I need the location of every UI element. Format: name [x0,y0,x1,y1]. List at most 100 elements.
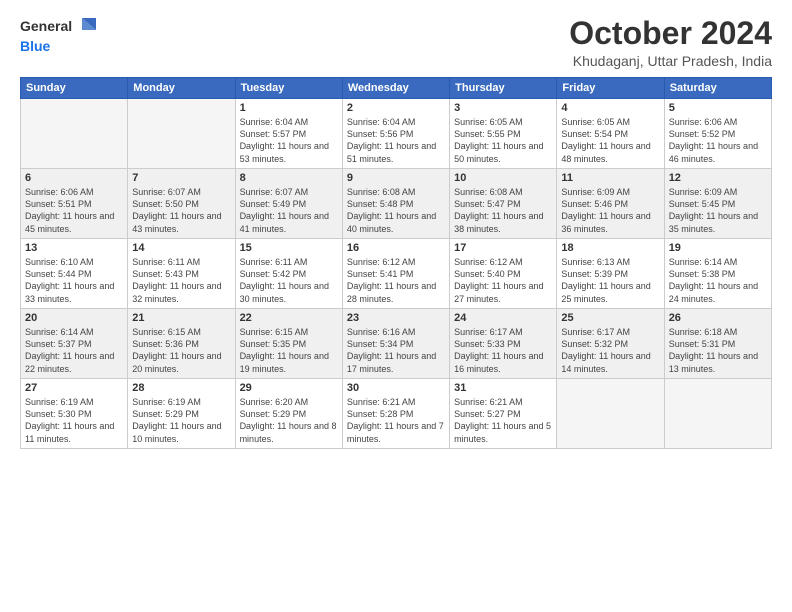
day-number: 5 [669,102,767,114]
col-sunday: Sunday [21,78,128,99]
day-detail: Sunrise: 6:08 AMSunset: 5:47 PMDaylight:… [454,186,552,235]
logo-icon [74,16,96,38]
day-detail: Sunrise: 6:14 AMSunset: 5:38 PMDaylight:… [669,256,767,305]
day-number: 11 [561,172,659,184]
table-row: 28 Sunrise: 6:19 AMSunset: 5:29 PMDayligh… [128,379,235,449]
day-detail: Sunrise: 6:05 AMSunset: 5:55 PMDaylight:… [454,116,552,165]
table-row: 8 Sunrise: 6:07 AMSunset: 5:49 PMDaylight… [235,169,342,239]
table-row: 26 Sunrise: 6:18 AMSunset: 5:31 PMDayligh… [664,309,771,379]
day-number: 1 [240,102,338,114]
day-number: 8 [240,172,338,184]
table-row: 30 Sunrise: 6:21 AMSunset: 5:28 PMDayligh… [342,379,449,449]
logo: General Blue [20,16,96,56]
calendar-header-row: Sunday Monday Tuesday Wednesday Thursday… [21,78,772,99]
day-number: 13 [25,242,123,254]
day-detail: Sunrise: 6:09 AMSunset: 5:45 PMDaylight:… [669,186,767,235]
day-detail: Sunrise: 6:16 AMSunset: 5:34 PMDaylight:… [347,326,445,375]
day-number: 18 [561,242,659,254]
day-number: 24 [454,312,552,324]
logo-blue: Blue [20,38,50,54]
day-detail: Sunrise: 6:21 AMSunset: 5:28 PMDaylight:… [347,396,445,445]
day-detail: Sunrise: 6:11 AMSunset: 5:43 PMDaylight:… [132,256,230,305]
table-row: 13 Sunrise: 6:10 AMSunset: 5:44 PMDayligh… [21,239,128,309]
table-row: 21Sunrise: 6:15 AMSunset: 5:36 PMDayligh… [128,309,235,379]
calendar-week-row: 1 Sunrise: 6:04 AMSunset: 5:57 PMDaylight… [21,99,772,169]
table-row: 15 Sunrise: 6:11 AMSunset: 5:42 PMDayligh… [235,239,342,309]
table-row: 25 Sunrise: 6:17 AMSunset: 5:32 PMDayligh… [557,309,664,379]
day-number: 16 [347,242,445,254]
location: Khudaganj, Uttar Pradesh, India [569,53,772,69]
title-block: October 2024 Khudaganj, Uttar Pradesh, I… [569,16,772,69]
day-detail: Sunrise: 6:11 AMSunset: 5:42 PMDaylight:… [240,256,338,305]
day-number: 21 [132,312,230,324]
day-detail: Sunrise: 6:06 AMSunset: 5:51 PMDaylight:… [25,186,123,235]
day-detail: Sunrise: 6:20 AMSunset: 5:29 PMDaylight:… [240,396,338,445]
day-detail: Sunrise: 6:19 AMSunset: 5:30 PMDaylight:… [25,396,123,445]
day-detail: Sunrise: 6:07 AMSunset: 5:49 PMDaylight:… [240,186,338,235]
day-detail: Sunrise: 6:07 AMSunset: 5:50 PMDaylight:… [132,186,230,235]
day-number: 28 [132,382,230,394]
day-number: 15 [240,242,338,254]
table-row: 6 Sunrise: 6:06 AMSunset: 5:51 PMDaylight… [21,169,128,239]
day-detail: Sunrise: 6:12 AMSunset: 5:41 PMDaylight:… [347,256,445,305]
table-row: 2 Sunrise: 6:04 AMSunset: 5:56 PMDaylight… [342,99,449,169]
table-row: 19 Sunrise: 6:14 AMSunset: 5:38 PMDayligh… [664,239,771,309]
day-number: 4 [561,102,659,114]
table-row [664,379,771,449]
day-detail: Sunrise: 6:08 AMSunset: 5:48 PMDaylight:… [347,186,445,235]
day-number: 17 [454,242,552,254]
table-row: 20Sunrise: 6:14 AMSunset: 5:37 PMDayligh… [21,309,128,379]
day-number: 26 [669,312,767,324]
calendar-week-row: 27Sunrise: 6:19 AMSunset: 5:30 PMDayligh… [21,379,772,449]
day-number: 12 [669,172,767,184]
day-number: 14 [132,242,230,254]
table-row [128,99,235,169]
table-row: 16 Sunrise: 6:12 AMSunset: 5:41 PMDayligh… [342,239,449,309]
day-detail: Sunrise: 6:05 AMSunset: 5:54 PMDaylight:… [561,116,659,165]
table-row: 29Sunrise: 6:20 AMSunset: 5:29 PMDayligh… [235,379,342,449]
month-title: October 2024 [569,16,772,51]
table-row: 5 Sunrise: 6:06 AMSunset: 5:52 PMDaylight… [664,99,771,169]
header: General Blue October 2024 Khudaganj, Utt… [20,16,772,69]
day-detail: Sunrise: 6:15 AMSunset: 5:35 PMDaylight:… [240,326,338,375]
day-detail: Sunrise: 6:18 AMSunset: 5:31 PMDaylight:… [669,326,767,375]
table-row [557,379,664,449]
table-row: 27Sunrise: 6:19 AMSunset: 5:30 PMDayligh… [21,379,128,449]
table-row: 23 Sunrise: 6:16 AMSunset: 5:34 PMDayligh… [342,309,449,379]
day-number: 9 [347,172,445,184]
day-number: 19 [669,242,767,254]
table-row: 11Sunrise: 6:09 AMSunset: 5:46 PMDayligh… [557,169,664,239]
day-detail: Sunrise: 6:17 AMSunset: 5:33 PMDaylight:… [454,326,552,375]
table-row: 31Sunrise: 6:21 AMSunset: 5:27 PMDayligh… [450,379,557,449]
page: General Blue October 2024 Khudaganj, Utt… [0,0,792,612]
table-row [21,99,128,169]
day-number: 2 [347,102,445,114]
table-row: 7 Sunrise: 6:07 AMSunset: 5:50 PMDaylight… [128,169,235,239]
col-monday: Monday [128,78,235,99]
table-row: 3Sunrise: 6:05 AMSunset: 5:55 PMDaylight… [450,99,557,169]
day-number: 7 [132,172,230,184]
table-row: 18 Sunrise: 6:13 AMSunset: 5:39 PMDayligh… [557,239,664,309]
day-detail: Sunrise: 6:04 AMSunset: 5:57 PMDaylight:… [240,116,338,165]
day-detail: Sunrise: 6:13 AMSunset: 5:39 PMDaylight:… [561,256,659,305]
day-detail: Sunrise: 6:04 AMSunset: 5:56 PMDaylight:… [347,116,445,165]
day-number: 25 [561,312,659,324]
day-number: 30 [347,382,445,394]
col-tuesday: Tuesday [235,78,342,99]
day-number: 10 [454,172,552,184]
table-row: 1 Sunrise: 6:04 AMSunset: 5:57 PMDaylight… [235,99,342,169]
day-number: 6 [25,172,123,184]
day-detail: Sunrise: 6:17 AMSunset: 5:32 PMDaylight:… [561,326,659,375]
day-detail: Sunrise: 6:19 AMSunset: 5:29 PMDaylight:… [132,396,230,445]
day-detail: Sunrise: 6:06 AMSunset: 5:52 PMDaylight:… [669,116,767,165]
table-row: 10 Sunrise: 6:08 AMSunset: 5:47 PMDayligh… [450,169,557,239]
table-row: 24 Sunrise: 6:17 AMSunset: 5:33 PMDayligh… [450,309,557,379]
day-detail: Sunrise: 6:10 AMSunset: 5:44 PMDaylight:… [25,256,123,305]
day-number: 22 [240,312,338,324]
table-row: 17 Sunrise: 6:12 AMSunset: 5:40 PMDayligh… [450,239,557,309]
day-detail: Sunrise: 6:12 AMSunset: 5:40 PMDaylight:… [454,256,552,305]
col-friday: Friday [557,78,664,99]
day-number: 23 [347,312,445,324]
day-detail: Sunrise: 6:14 AMSunset: 5:37 PMDaylight:… [25,326,123,375]
table-row: 9 Sunrise: 6:08 AMSunset: 5:48 PMDaylight… [342,169,449,239]
